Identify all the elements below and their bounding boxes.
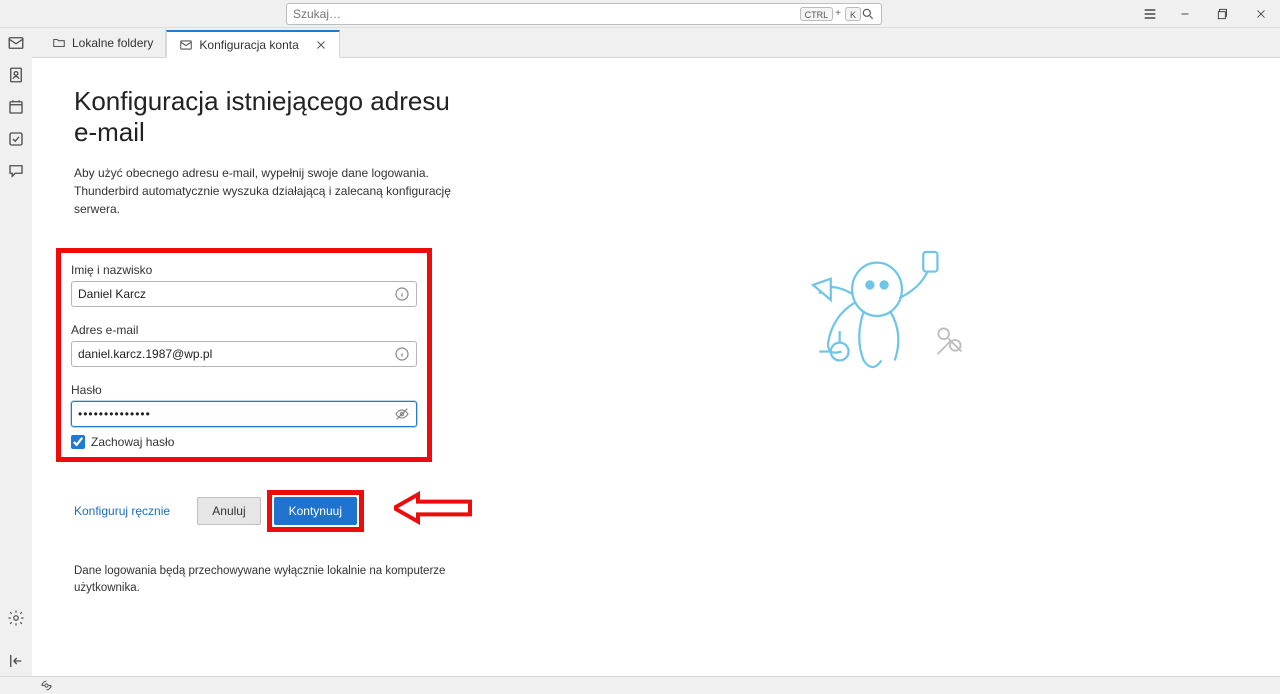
mail-settings-icon [179,38,193,52]
kbd-plus: + [835,8,841,19]
footnote: Dane logowania będą przechowywane wyłącz… [74,563,474,598]
name-input[interactable] [78,287,394,301]
folder-icon [52,36,66,50]
search-input[interactable] [293,7,798,21]
address-book-icon[interactable] [7,66,25,84]
remember-password-checkbox[interactable] [71,435,85,449]
collapse-icon[interactable] [7,652,25,670]
global-search[interactable]: CTRL + K [286,3,882,25]
continue-highlight: Kontynuuj [267,490,364,532]
kbd-ctrl: CTRL [800,7,834,21]
annotation-arrow [394,488,474,533]
app-menu-button[interactable] [1134,0,1166,28]
close-window-button[interactable] [1242,0,1280,28]
email-label: Adres e-mail [71,323,417,337]
cancel-button[interactable]: Anuluj [197,497,260,525]
password-field[interactable] [71,401,417,427]
manual-config-link[interactable]: Konfiguruj ręcznie [74,504,170,518]
password-label: Hasło [71,383,417,397]
close-tab-icon[interactable] [315,39,327,51]
email-input[interactable] [78,347,394,361]
tab-bar: Lokalne foldery Konfiguracja konta [32,28,1280,58]
tab-local-folders[interactable]: Lokalne foldery [40,29,166,57]
sync-icon[interactable] [40,679,53,692]
tab-account-config[interactable]: Konfiguracja konta [166,30,339,58]
calendar-icon[interactable] [7,98,25,116]
tab-label: Konfiguracja konta [199,38,298,52]
page-description: Aby użyć obecnego adresu e-mail, wypełni… [74,164,474,218]
status-bar [0,676,1280,694]
info-icon[interactable] [394,346,410,362]
maximize-button[interactable] [1204,0,1242,28]
illustration-area [474,86,1280,676]
remember-password-label: Zachowaj hasło [91,435,174,449]
info-icon[interactable] [394,286,410,302]
password-input[interactable] [78,407,394,421]
continue-button[interactable]: Kontynuuj [274,497,357,525]
email-field[interactable] [71,341,417,367]
octopus-illustration [787,236,967,401]
eye-off-icon[interactable] [394,406,410,422]
chat-icon[interactable] [7,162,25,180]
page-title: Konfiguracja istniejącego adresu e-mail [74,86,474,148]
name-field[interactable] [71,281,417,307]
title-bar: CTRL + K [0,0,1280,28]
remember-password-row[interactable]: Zachowaj hasło [71,435,417,449]
left-rail [0,28,32,676]
settings-icon[interactable] [7,609,25,627]
minimize-button[interactable] [1166,0,1204,28]
tab-label: Lokalne foldery [72,36,153,50]
form-highlight: Imię i nazwisko Adres e-mail Hasło [56,248,432,462]
mail-icon[interactable] [7,34,25,52]
search-icon [861,7,875,21]
kbd-k: K [845,7,861,21]
tasks-icon[interactable] [7,130,25,148]
name-label: Imię i nazwisko [71,263,417,277]
